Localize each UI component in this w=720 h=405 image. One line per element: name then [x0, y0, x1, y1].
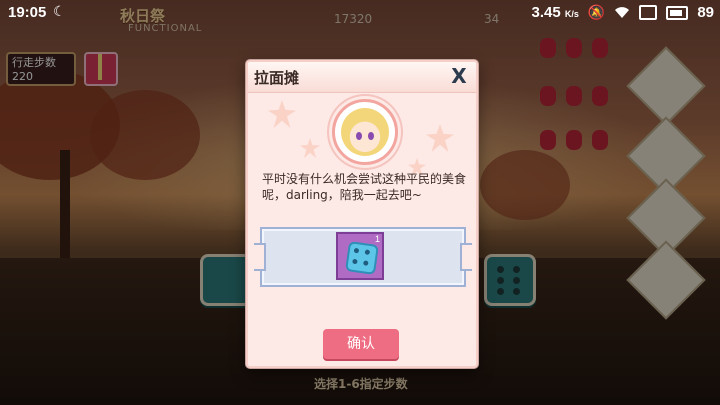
character-avatar	[332, 99, 398, 165]
confirm-button[interactable]: 确认	[323, 329, 399, 359]
wifi-icon	[615, 6, 630, 18]
eye	[356, 132, 362, 140]
reward-panel: 1	[254, 227, 472, 287]
character-portrait	[341, 108, 389, 156]
pip	[353, 247, 360, 254]
dialog-title: 拉面摊	[254, 69, 300, 87]
event-dialog: 拉面摊 X 平时没有什么机会尝试这种平民的美食呢，darling，陪我一起去吧~…	[246, 60, 478, 368]
dialog-header: 拉面摊 X	[248, 62, 476, 93]
status-right: 3.45 K/s 🔕 89	[531, 4, 714, 21]
network-speed-unit: K/s	[564, 9, 579, 19]
close-icon[interactable]: X	[448, 64, 470, 88]
status-bar: 19:05 ☾ 3.45 K/s 🔕 89	[0, 0, 720, 26]
network-speed-value: 3.45	[531, 4, 561, 21]
pip	[364, 249, 371, 256]
screen-icon	[639, 5, 658, 20]
reward-count: 1	[374, 234, 380, 244]
eye	[368, 132, 374, 140]
clock: 19:05	[8, 4, 47, 21]
battery-level: 89	[697, 4, 714, 21]
mute-icon: 🔕	[587, 4, 606, 20]
battery-icon	[666, 5, 689, 20]
maple-leaf-icon	[300, 138, 320, 158]
dialog-message: 平时没有什么机会尝试这种平民的美食呢，darling，陪我一起去吧~	[262, 172, 467, 202]
reward-item-dice[interactable]: 1	[336, 232, 384, 280]
maple-leaf-icon	[426, 124, 454, 152]
dice-icon	[345, 241, 379, 275]
pip	[363, 260, 369, 266]
maple-leaf-icon	[268, 100, 296, 128]
network-speed: 3.45 K/s	[531, 4, 578, 21]
pip	[352, 258, 358, 265]
moon-icon: ☾	[53, 3, 66, 19]
